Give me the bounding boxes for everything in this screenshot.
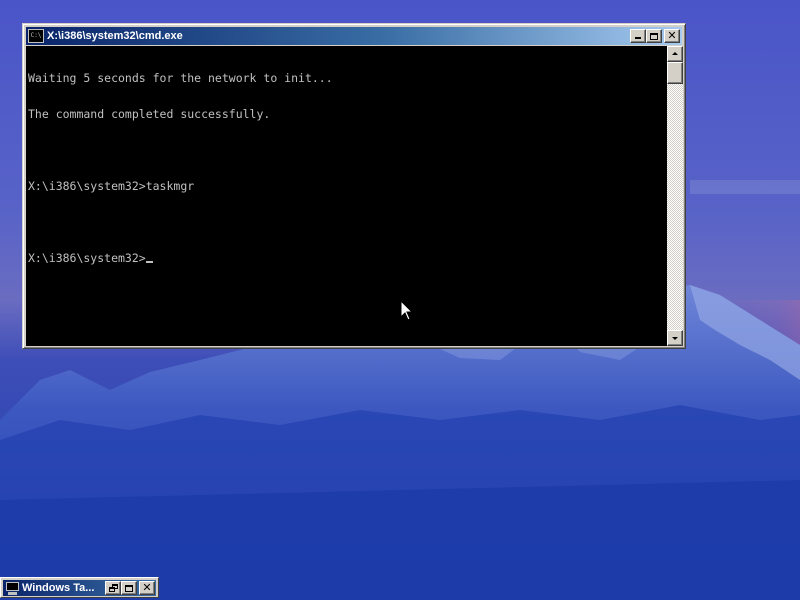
maximize-button[interactable] <box>646 29 662 43</box>
minimized-window-titlebar[interactable]: Windows Ta... ✕ <box>3 580 156 596</box>
window-title: X:\i386\system32\cmd.exe <box>47 30 183 42</box>
window-titlebar[interactable]: C:\ X:\i386\system32\cmd.exe ✕ <box>26 27 682 45</box>
console-prompt: X:\i386\system32> <box>28 251 146 265</box>
console-text: Waiting 5 seconds for the network to ini… <box>26 46 667 288</box>
close-icon: ✕ <box>667 29 677 42</box>
minimized-window-title: Windows Ta... <box>22 582 95 594</box>
minimized-window-controls: ✕ <box>105 581 155 595</box>
close-button[interactable]: ✕ <box>139 581 155 595</box>
arrow-down-icon <box>672 337 678 340</box>
console-icon[interactable]: C:\ <box>28 29 44 43</box>
console-window[interactable]: C:\ X:\i386\system32\cmd.exe ✕ Waiting 5… <box>22 23 686 349</box>
maximize-icon <box>650 32 658 40</box>
minimized-task-manager-window[interactable]: Windows Ta... ✕ <box>0 577 159 598</box>
restore-button[interactable] <box>105 581 121 595</box>
text-cursor <box>145 261 153 263</box>
maximize-icon <box>125 584 133 592</box>
window-controls: ✕ <box>630 29 680 43</box>
monitor-icon <box>5 581 20 595</box>
scroll-down-button[interactable] <box>667 330 683 346</box>
arrow-up-icon <box>672 52 678 55</box>
prompt-line[interactable]: X:\i386\system32> <box>28 252 667 264</box>
vertical-scrollbar[interactable] <box>667 46 683 346</box>
minimize-button[interactable] <box>630 29 646 43</box>
console-output[interactable]: Waiting 5 seconds for the network to ini… <box>26 46 667 346</box>
console-line: Waiting 5 seconds for the network to ini… <box>28 71 333 85</box>
close-button[interactable]: ✕ <box>664 29 680 43</box>
console-line: X:\i386\system32>taskmgr <box>28 179 195 193</box>
scrollbar-thumb[interactable] <box>667 62 683 84</box>
mouse-pointer-icon <box>400 300 414 321</box>
close-icon: ✕ <box>142 581 152 594</box>
maximize-button[interactable] <box>121 581 137 595</box>
restore-icon <box>108 584 118 592</box>
console-line: The command completed successfully. <box>28 107 271 121</box>
scroll-up-button[interactable] <box>667 46 683 62</box>
minimize-icon <box>635 37 641 39</box>
